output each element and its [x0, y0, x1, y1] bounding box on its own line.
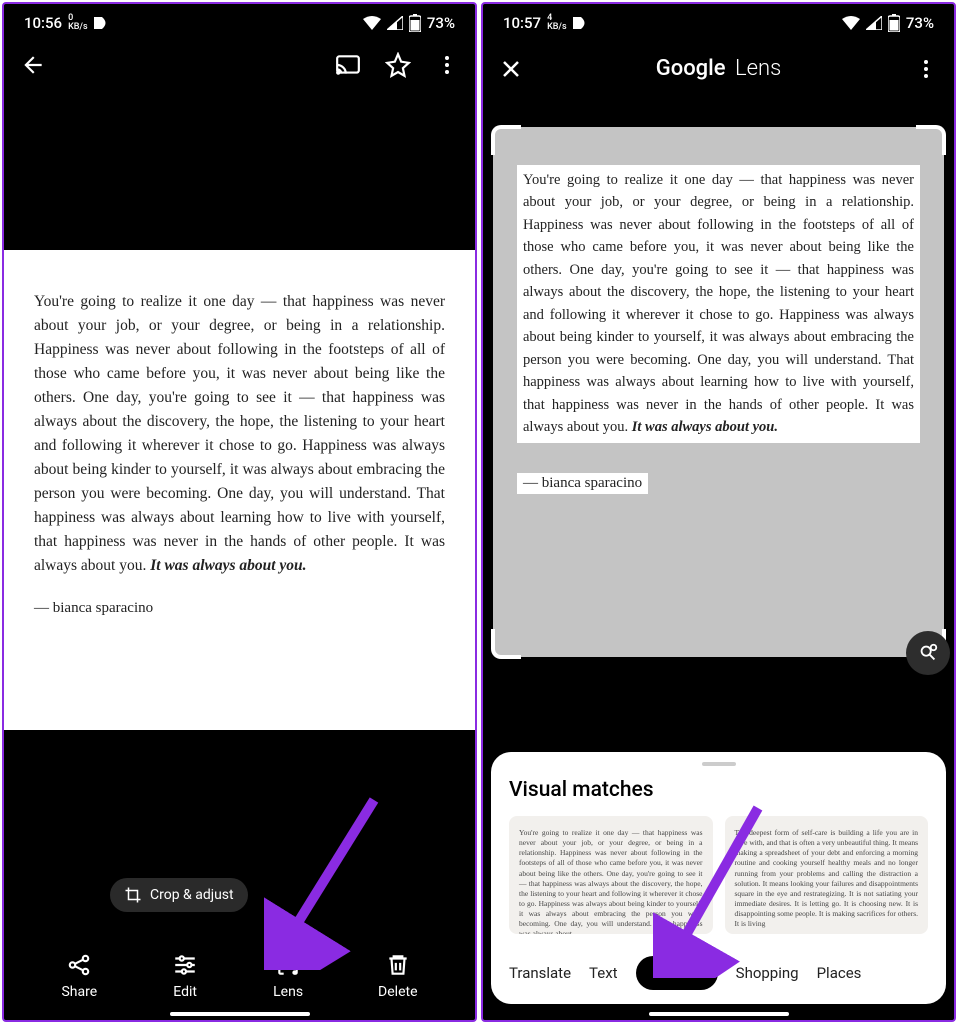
- data-saver-icon: [573, 17, 589, 29]
- home-indicator[interactable]: [170, 1012, 310, 1016]
- tab-text[interactable]: Text: [589, 964, 618, 982]
- quote-text: You're going to realize it one day — tha…: [34, 290, 445, 578]
- tab-shopping[interactable]: Shopping: [736, 964, 799, 982]
- data-saver-icon: [94, 17, 110, 29]
- network-speed: 0 KB/s: [68, 14, 88, 32]
- battery-percent: 73%: [906, 14, 934, 32]
- tab-translate[interactable]: Translate: [509, 964, 571, 982]
- share-icon: [66, 952, 92, 978]
- match-card[interactable]: You're going to realize it one day — tha…: [509, 816, 713, 934]
- crop-corner-icon[interactable]: [916, 125, 946, 155]
- drag-handle[interactable]: [702, 762, 736, 766]
- photo-viewer[interactable]: You're going to realize it one day — tha…: [4, 250, 475, 730]
- more-vert-icon[interactable]: [914, 57, 938, 81]
- cast-icon[interactable]: [335, 52, 361, 78]
- status-bar: 10:56 0 KB/s 73%: [4, 4, 475, 40]
- quote-author: — bianca sparacino: [34, 600, 445, 617]
- match-card[interactable]: The deepest form of self-care is buildin…: [725, 816, 929, 934]
- crop-corner-icon[interactable]: [491, 125, 521, 155]
- lens-title: Google Lens: [523, 56, 914, 81]
- edit-icon: [172, 952, 198, 978]
- status-left: 10:56 0 KB/s: [24, 14, 110, 32]
- annotation-arrow: [264, 790, 394, 970]
- lens-mode-tabs: Translate Text Search Shopping Places: [491, 952, 946, 990]
- crop-adjust-chip[interactable]: Crop & adjust: [110, 878, 248, 912]
- crop-corner-icon[interactable]: [491, 629, 521, 659]
- star-outline-icon[interactable]: [385, 52, 411, 78]
- wifi-icon: [363, 16, 381, 30]
- status-left: 10:57 4 KB/s: [503, 14, 589, 32]
- lens-search-icon: [917, 642, 939, 664]
- delete-button[interactable]: Delete: [378, 952, 417, 1000]
- detected-text-block[interactable]: You're going to realize it one day — tha…: [517, 165, 920, 443]
- close-icon[interactable]: [499, 57, 523, 81]
- lens-header: Google Lens: [483, 40, 954, 97]
- trash-icon: [385, 952, 411, 978]
- crop-icon: [124, 886, 142, 904]
- edit-button[interactable]: Edit: [172, 952, 198, 1000]
- signal-icon: [866, 16, 882, 30]
- visual-matches-title: Visual matches: [491, 778, 946, 816]
- battery-percent: 73%: [427, 14, 455, 32]
- signal-icon: [387, 16, 403, 30]
- status-time: 10:56: [24, 14, 62, 32]
- photos-header: [4, 40, 475, 90]
- wifi-icon: [842, 16, 860, 30]
- home-indicator[interactable]: [649, 1012, 789, 1016]
- detected-author[interactable]: — bianca sparacino: [517, 473, 648, 494]
- lens-app-screen: 10:57 4 KB/s 73% Google Lens You're: [481, 2, 956, 1022]
- battery-icon: [409, 14, 421, 32]
- back-arrow-icon[interactable]: [20, 52, 46, 78]
- status-right: 73%: [363, 14, 455, 32]
- tab-search[interactable]: Search: [636, 956, 718, 990]
- lens-viewport[interactable]: You're going to realize it one day — tha…: [493, 127, 944, 657]
- bottom-action-bar: Share Edit Lens Delete: [4, 952, 475, 1000]
- tab-places[interactable]: Places: [817, 964, 862, 982]
- photos-app-screen: 10:56 0 KB/s 73% You're going to realize…: [2, 2, 477, 1022]
- lens-search-fab[interactable]: [906, 631, 950, 675]
- battery-icon: [888, 14, 900, 32]
- status-time: 10:57: [503, 14, 541, 32]
- visual-matches-list: You're going to realize it one day — tha…: [491, 816, 946, 952]
- lens-icon: [275, 952, 301, 978]
- lens-button[interactable]: Lens: [273, 952, 303, 1000]
- more-vert-icon[interactable]: [435, 53, 459, 77]
- visual-matches-panel[interactable]: Visual matches You're going to realize i…: [491, 752, 946, 1004]
- network-speed: 4 KB/s: [547, 14, 567, 32]
- status-bar: 10:57 4 KB/s 73%: [483, 4, 954, 40]
- status-right: 73%: [842, 14, 934, 32]
- share-button[interactable]: Share: [61, 952, 97, 1000]
